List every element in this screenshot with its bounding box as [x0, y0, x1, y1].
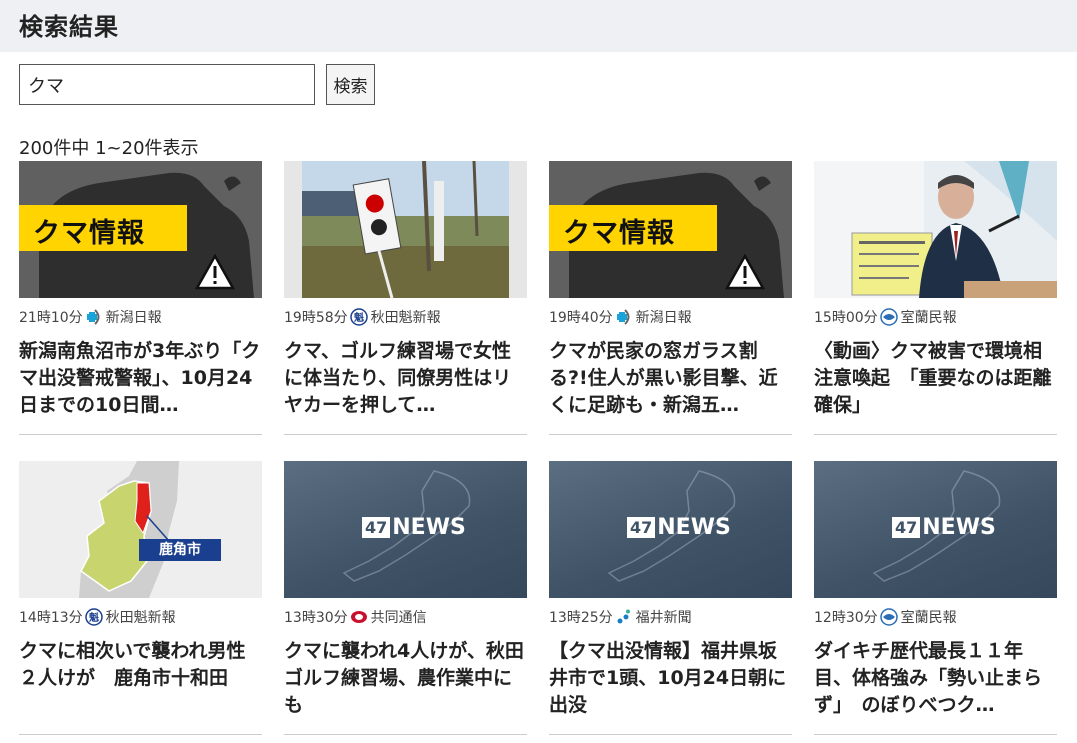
- source-name[interactable]: 秋田魁新報: [371, 307, 441, 327]
- news-card[interactable]: 47 NEWS 13時30分 共同通信 クマに襲われ4人けが、秋田 ゴルフ練習場…: [284, 461, 527, 737]
- niigata-nippo-logo-icon: [616, 309, 630, 325]
- publish-time: 12時30分: [814, 610, 878, 626]
- thumbnail-news47[interactable]: 47 NEWS: [284, 461, 527, 598]
- divider: [284, 434, 527, 435]
- source-name[interactable]: 新潟日報: [106, 307, 162, 327]
- search-button[interactable]: 検索: [326, 64, 375, 105]
- fukui-shimbun-logo-icon: [617, 609, 630, 624]
- muroran-minpo-logo-icon: [879, 308, 898, 326]
- card-meta: 12時30分 室蘭民報: [814, 606, 957, 628]
- news-card[interactable]: 47 NEWS 13時25分 福井新聞 【クマ出没情報】福井県坂井市で1頭、10…: [549, 461, 792, 737]
- divider: [549, 734, 792, 735]
- search-input[interactable]: [19, 64, 315, 105]
- article-title[interactable]: 〈動画〉クマ被害で環境相注意喚起 「重要なのは距離確保」: [814, 338, 1057, 419]
- thumbnail-map-kazuno[interactable]: 鹿角市: [19, 461, 262, 598]
- article-title[interactable]: 新潟南魚沼市が3年ぶり「クマ出没警戒警報」、10月24日までの10日間…: [19, 338, 262, 419]
- warning-icon: [725, 254, 765, 290]
- news47-logo: 47 NEWS: [627, 515, 731, 540]
- publish-time: 19時40分: [549, 310, 613, 326]
- news-card[interactable]: 15時00分 室蘭民報 〈動画〉クマ被害で環境相注意喚起 「重要なのは距離確保」: [814, 161, 1057, 437]
- page-header: 検索結果: [0, 0, 1077, 52]
- divider: [284, 734, 527, 735]
- source-name[interactable]: 秋田魁新報: [106, 607, 176, 627]
- result-count: 200件中 1~20件表示: [19, 138, 199, 159]
- publish-time: 21時10分: [19, 310, 83, 326]
- thumbnail-bear-info[interactable]: クマ情報: [19, 161, 262, 298]
- card-meta: 19時58分 魁 秋田魁新報: [284, 306, 441, 328]
- news-card[interactable]: 47 NEWS 12時30分 室蘭民報 ダイキチ歴代最長１１年目、体格強み「勢い…: [814, 461, 1057, 737]
- thumbnail-news47[interactable]: 47 NEWS: [814, 461, 1057, 598]
- warning-icon: [195, 254, 235, 290]
- divider: [19, 434, 262, 435]
- article-title[interactable]: クマに相次いで襲われ男性２人けが 鹿角市十和田: [19, 638, 262, 719]
- page-title: 検索結果: [19, 13, 119, 41]
- publish-time: 13時30分: [284, 610, 348, 626]
- article-title[interactable]: 【クマ出没情報】福井県坂井市で1頭、10月24日朝に出没: [549, 638, 792, 719]
- news-card[interactable]: クマ情報 21時10分 新潟日報 新潟南魚沼市が3年ぶり「クマ出没警戒警報」、1…: [19, 161, 262, 437]
- akita-sakigake-logo-icon: 魁: [349, 308, 368, 326]
- article-title[interactable]: クマ、ゴルフ練習場で女性に体当たり、同僚男性はリヤカーを押して…: [284, 338, 527, 419]
- card-meta: 13時30分 共同通信: [284, 606, 427, 628]
- map-label: 鹿角市: [159, 542, 201, 558]
- source-name[interactable]: 室蘭民報: [901, 307, 957, 327]
- akita-sakigake-logo-icon: 魁: [84, 608, 103, 626]
- news47-logo: 47 NEWS: [892, 515, 996, 540]
- news-card[interactable]: 鹿角市 14時13分 魁 秋田魁新報 クマに相次いで襲われ男性２人けが 鹿角市十…: [19, 461, 262, 737]
- niigata-nippo-logo-icon: [86, 309, 100, 325]
- thumbnail-news47[interactable]: 47 NEWS: [549, 461, 792, 598]
- card-meta: 21時10分 新潟日報: [19, 306, 162, 328]
- thumb-label: クマ情報: [33, 218, 145, 249]
- news-card[interactable]: クマ情報 19時40分 新潟日報 クマが民家の窓ガラス割る?!住人が黒い影目撃、…: [549, 161, 792, 437]
- thumbnail-bear-info[interactable]: クマ情報: [549, 161, 792, 298]
- kyodo-logo-icon: [350, 611, 367, 623]
- source-name[interactable]: 室蘭民報: [901, 607, 957, 627]
- publish-time: 14時13分: [19, 610, 83, 626]
- card-meta: 13時25分 福井新聞: [549, 606, 692, 628]
- article-title[interactable]: ダイキチ歴代最長１１年目、体格強み「勢い止まらず」 のぼりべつク…: [814, 638, 1057, 719]
- svg-text:魁: 魁: [89, 611, 99, 624]
- article-title[interactable]: クマが民家の窓ガラス割る?!住人が黒い影目撃、近くに足跡も・新潟五…: [549, 338, 792, 419]
- thumbnail-photo-field[interactable]: [284, 161, 527, 298]
- card-meta: 14時13分 魁 秋田魁新報: [19, 606, 176, 628]
- svg-text:魁: 魁: [354, 311, 364, 324]
- news47-logo: 47 NEWS: [362, 515, 466, 540]
- thumbnail-photo-press[interactable]: [814, 161, 1057, 298]
- publish-time: 13時25分: [549, 610, 613, 626]
- muroran-minpo-logo-icon: [879, 608, 898, 626]
- card-meta: 19時40分 新潟日報: [549, 306, 692, 328]
- article-title[interactable]: クマに襲われ4人けが、秋田 ゴルフ練習場、農作業中にも: [284, 638, 527, 719]
- card-meta: 15時00分 室蘭民報: [814, 306, 957, 328]
- divider: [814, 434, 1057, 435]
- divider: [814, 734, 1057, 735]
- divider: [549, 434, 792, 435]
- thumb-label: クマ情報: [563, 218, 675, 249]
- publish-time: 19時58分: [284, 310, 348, 326]
- news-card[interactable]: 19時58分 魁 秋田魁新報 クマ、ゴルフ練習場で女性に体当たり、同僚男性はリヤ…: [284, 161, 527, 437]
- publish-time: 15時00分: [814, 310, 878, 326]
- source-name[interactable]: 新潟日報: [636, 307, 692, 327]
- source-name[interactable]: 福井新聞: [636, 607, 692, 627]
- source-name[interactable]: 共同通信: [371, 607, 427, 627]
- divider: [19, 734, 262, 735]
